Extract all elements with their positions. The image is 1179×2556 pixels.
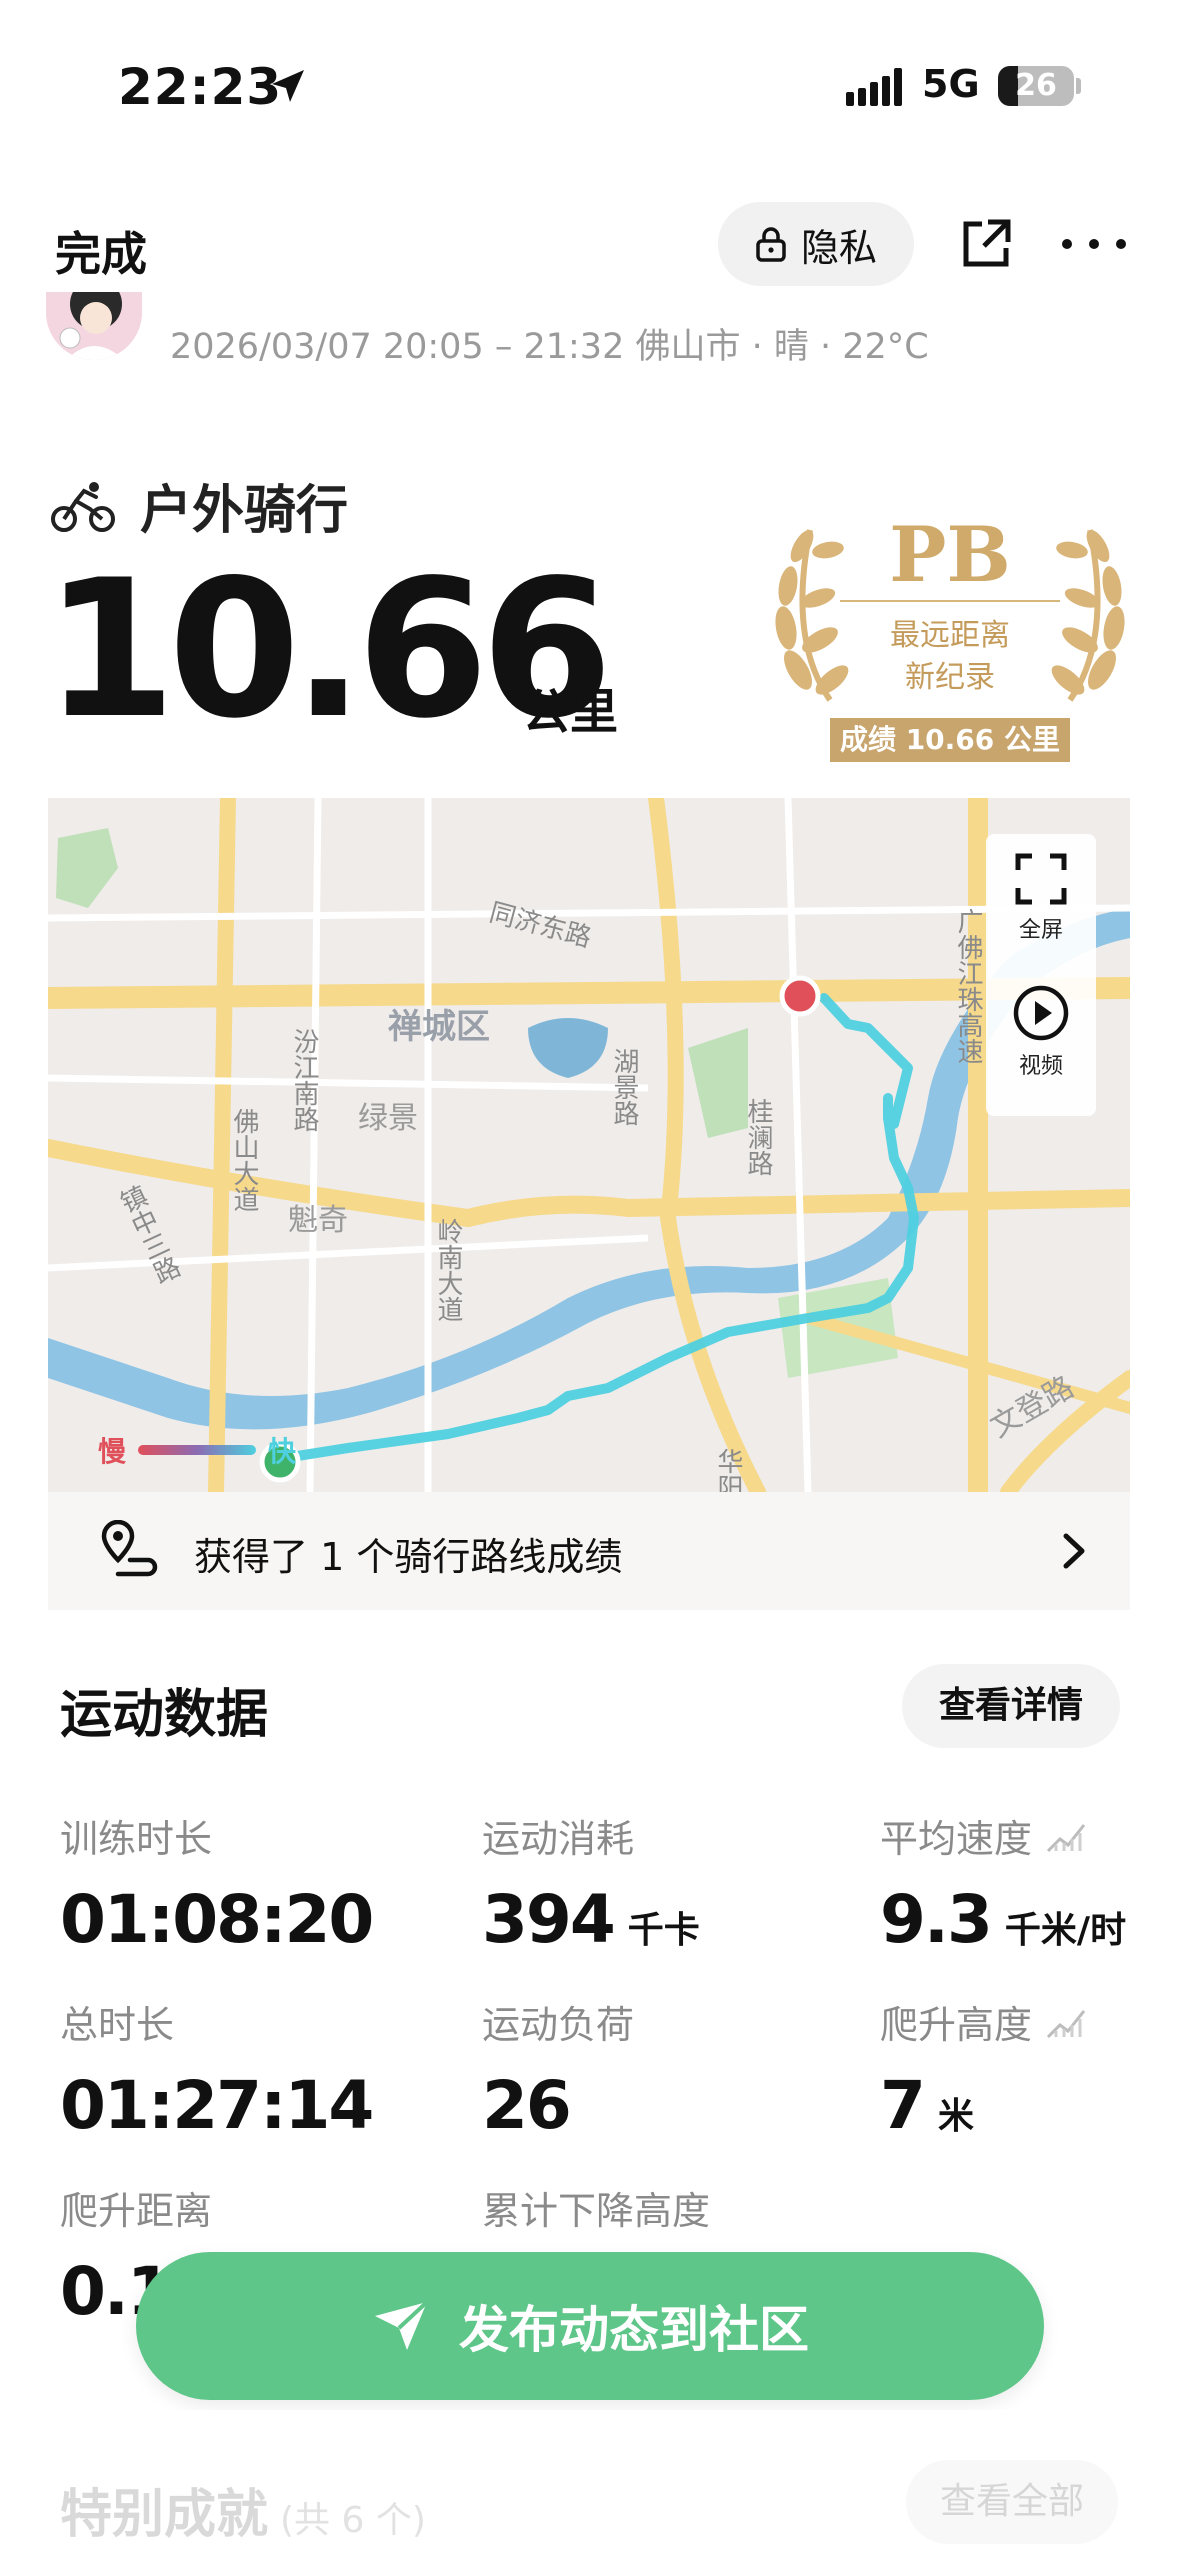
- stat-value: 7: [880, 2067, 926, 2144]
- lock-icon: [756, 227, 786, 262]
- share-icon[interactable]: [958, 216, 1014, 272]
- top-header: 完成 隐私: [0, 190, 1179, 300]
- stat-label: 训练时长: [60, 1817, 213, 1861]
- pb-badge[interactable]: PB 最远距离 新纪录 成绩 10.66 公里: [770, 500, 1130, 770]
- map-label-guilan: 桂澜路: [743, 1098, 773, 1176]
- route-map[interactable]: 同济东路 禅城区 绿景 魁奇 文登路 汾江南路 湖景路 桂澜路 佛山大道 岭南大…: [48, 798, 1130, 1492]
- route-pin-icon: [101, 1520, 158, 1577]
- video-button[interactable]: 视频: [986, 984, 1096, 1080]
- map-label-lvjing: 绿景: [358, 1101, 418, 1136]
- legend-gradient: [138, 1445, 257, 1455]
- done-button[interactable]: 完成: [55, 218, 147, 284]
- stat-value: 394: [482, 1881, 616, 1958]
- map-label-fenjiang: 汾江南路: [289, 1028, 319, 1132]
- legend-slow: 慢: [98, 1435, 127, 1468]
- trend-chart-icon: [1046, 2009, 1086, 2038]
- more-options-icon[interactable]: [1062, 216, 1126, 272]
- stat-unit: 千米/时: [1004, 1910, 1127, 1951]
- video-label: 视频: [1018, 1054, 1063, 1079]
- map-label-kuiqi: 魁奇: [288, 1203, 348, 1238]
- distance-unit: 公里: [522, 684, 619, 740]
- achievement-text: 获得了 1 个骑行路线成绩: [194, 1535, 623, 1579]
- stat-elevation-gain[interactable]: 爬升高度 7米: [880, 1994, 1086, 2144]
- map-label-zhenzhong: 镇中三路: [112, 1182, 183, 1289]
- location-arrow-icon: [272, 70, 304, 102]
- stat-label: 爬升距离: [60, 2189, 213, 2233]
- fullscreen-button[interactable]: 全屏: [986, 852, 1096, 944]
- special-title: 特别成就: [60, 2485, 269, 2545]
- privacy-label: 隐私: [800, 225, 877, 270]
- map-label-foshan-ave: 佛山大道: [229, 1108, 259, 1212]
- activity-type-label: 户外骑行: [140, 481, 349, 541]
- activity-meta: 2026/03/07 20:05 – 21:32 佛山市 · 晴 · 22°C: [170, 327, 929, 367]
- play-icon: [1013, 985, 1069, 1041]
- fullscreen-icon: [1015, 853, 1067, 905]
- map-label-guangfo: 广佛江珠高速: [953, 908, 983, 1064]
- send-icon: [375, 2300, 429, 2350]
- stat-value: 26: [482, 2067, 572, 2144]
- map-controls: 全屏 视频: [986, 834, 1096, 1116]
- map-label-chancheng: 禅城区: [388, 1007, 490, 1047]
- lake: [528, 1018, 608, 1078]
- stat-value: 9.3: [880, 1881, 993, 1958]
- stat-training-duration: 训练时长 01:08:20: [60, 1808, 374, 1958]
- publish-to-community-button[interactable]: 发布动态到社区: [136, 2252, 1044, 2400]
- privacy-button[interactable]: 隐私: [718, 202, 914, 286]
- stat-avg-speed[interactable]: 平均速度 9.3 千米/时: [880, 1808, 1126, 1958]
- park-area: [688, 1028, 748, 1138]
- stat-label: 总时长: [60, 2003, 175, 2047]
- map-canvas: 同济东路 禅城区 绿景 魁奇 文登路 汾江南路 湖景路 桂澜路 佛山大道 岭南大…: [48, 798, 1130, 1492]
- map-label-hujing: 湖景路: [609, 1048, 639, 1126]
- status-time: 22:23: [118, 58, 283, 116]
- special-count: (共 6 个): [280, 2500, 426, 2541]
- stat-unit: 千卡: [627, 1910, 700, 1951]
- stat-value: 01:08:20: [60, 1881, 374, 1958]
- avatar[interactable]: [46, 292, 142, 360]
- bicycle-icon: [51, 481, 115, 532]
- stat-label: 运动消耗: [482, 1817, 635, 1861]
- map-label-lingnan: 岭南大道: [433, 1218, 463, 1322]
- stat-label: 平均速度: [880, 1817, 1033, 1861]
- battery-tip: [1076, 78, 1081, 94]
- stat-total-duration: 总时长 01:27:14: [60, 1994, 374, 2144]
- status-bar: 22:23 5G 26: [0, 0, 1179, 160]
- fullscreen-label: 全屏: [1018, 918, 1063, 943]
- stat-training-load: 运动负荷 26: [482, 1994, 634, 2144]
- distance-value: 10.66: [44, 539, 613, 760]
- chevron-right-icon: [1063, 1533, 1085, 1569]
- park-area: [56, 828, 118, 908]
- battery-level: 26: [1015, 68, 1057, 103]
- pb-divider: [840, 600, 1060, 602]
- view-all-button[interactable]: 查看全部: [906, 2460, 1118, 2544]
- legend-fast: 快: [268, 1435, 297, 1468]
- trend-chart-icon: [1046, 1823, 1086, 1852]
- pb-score: 成绩 10.66 公里: [830, 718, 1070, 762]
- stat-label: 运动负荷: [482, 2003, 635, 2047]
- network-type: 5G: [922, 62, 980, 106]
- end-marker: [779, 975, 821, 1017]
- stats-section-title: 运动数据: [60, 1685, 269, 1745]
- map-label-tongji: 同济东路: [486, 898, 594, 954]
- stat-label: 爬升高度: [880, 2003, 1033, 2047]
- stat-total-descent: 累计下降高度: [482, 2180, 710, 2235]
- activity-type: 户外骑行: [50, 468, 348, 543]
- stat-label: 累计下降高度: [482, 2189, 711, 2233]
- pb-line2: 新纪录: [905, 660, 995, 695]
- signal-icon: [846, 68, 902, 106]
- view-details-button[interactable]: 查看详情: [902, 1664, 1120, 1748]
- stat-calories: 运动消耗 394 千卡: [482, 1808, 700, 1958]
- route-achievement-row[interactable]: 获得了 1 个骑行路线成绩: [48, 1492, 1130, 1610]
- stat-value: 01:27:14: [60, 2067, 374, 2144]
- pb-title: PB: [889, 510, 1011, 599]
- battery-icon: 26: [998, 66, 1074, 106]
- publish-label: 发布动态到社区: [459, 2301, 809, 2359]
- stat-unit: 米: [937, 2096, 974, 2137]
- pb-line1: 最远距离: [890, 618, 1010, 653]
- map-label-huayang: 华阳: [713, 1448, 743, 1492]
- special-achievements-title: 特别成就 (共 6 个): [60, 2472, 426, 2547]
- speed-legend: 慢 快: [98, 1430, 296, 1470]
